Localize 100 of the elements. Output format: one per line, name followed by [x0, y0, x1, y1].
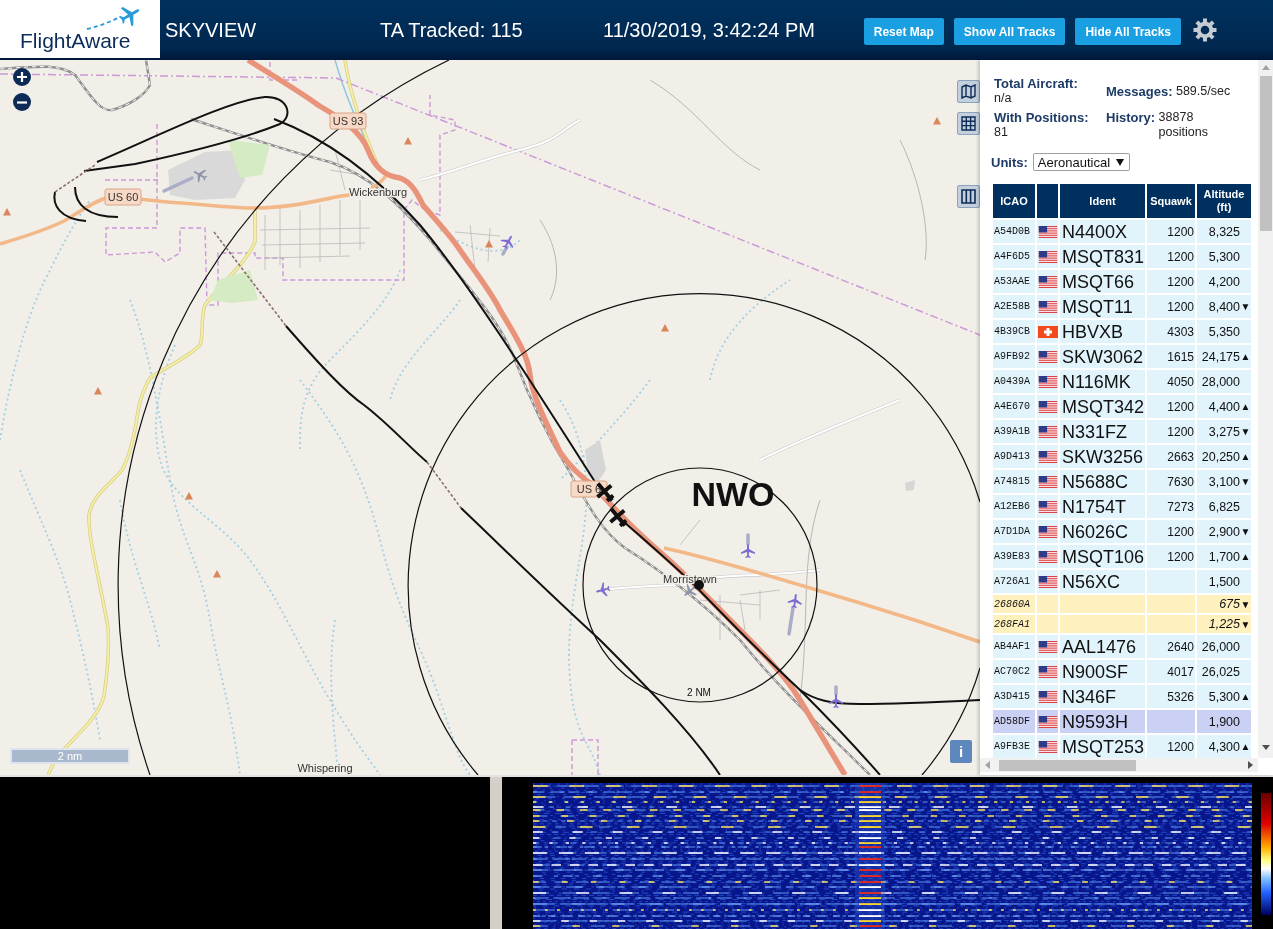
scroll-up-icon[interactable]: [1261, 65, 1270, 70]
altitude-value: 8,325: [1208, 224, 1240, 239]
ident-cell: SKW3256: [1060, 445, 1145, 468]
icao-cell: 268FA1: [993, 615, 1035, 633]
table-row[interactable]: 26860A 675▼: [993, 595, 1251, 613]
table-row[interactable]: A54D0B N4400X 1200 8,325: [993, 220, 1251, 243]
airplane-icon[interactable]: [684, 583, 698, 596]
squawk-cell: 1200: [1147, 295, 1195, 318]
altitude-value: 3,275: [1208, 424, 1240, 439]
table-row[interactable]: A3D415 N346F 5326 5,300▲: [993, 685, 1251, 708]
ident-cell: MSQT342: [1060, 395, 1145, 418]
squawk-cell: 2663: [1147, 445, 1195, 468]
park-area: [210, 270, 258, 303]
stat-label: History:: [1106, 110, 1156, 125]
altitude-value: 1,225: [1208, 617, 1240, 631]
us-flag-icon: [1037, 425, 1058, 438]
column-header[interactable]: Ident: [1060, 184, 1145, 218]
ident-cell: N6026C: [1060, 520, 1145, 543]
logo-panel[interactable]: FlightAware: [0, 0, 160, 58]
vertical-scrollbar[interactable]: [1258, 60, 1273, 758]
altitude-value: 1,700: [1208, 549, 1240, 564]
table-row[interactable]: 268FA1 1,225▼: [993, 615, 1251, 633]
table-row[interactable]: A39A1B N331FZ 1200 3,275▼: [993, 420, 1251, 443]
us-flag-icon: [1037, 715, 1058, 728]
column-header[interactable]: Squawk: [1147, 184, 1195, 218]
trend-arrow: ▼: [1240, 618, 1251, 630]
table-row[interactable]: A53AAE MSQT66 1200 4,200: [993, 270, 1251, 293]
altitude-value: 675: [1219, 597, 1240, 611]
trend-arrow: ▲: [1240, 551, 1251, 562]
peak-marker-icon: [94, 387, 102, 395]
squawk-cell: 1200: [1147, 520, 1195, 543]
info-button[interactable]: i: [950, 740, 972, 763]
peak-marker-icon: [185, 492, 193, 500]
scroll-left-icon[interactable]: [985, 761, 990, 769]
altitude-value: 3,100: [1208, 474, 1240, 489]
minus-icon: [17, 100, 27, 104]
scroll-right-icon[interactable]: [1248, 761, 1253, 769]
table-row[interactable]: A74815 N5688C 7630 3,100▼: [993, 470, 1251, 493]
squawk-cell: 1200: [1147, 245, 1195, 268]
stat-value: 81: [994, 125, 1008, 140]
us-flag-icon: [1037, 575, 1058, 588]
flight-track[interactable]: [273, 118, 881, 775]
swiss-flag-icon: [1037, 325, 1058, 338]
column-header[interactable]: Altitude (ft): [1197, 184, 1251, 218]
table-row[interactable]: A9FB92 SKW3062 1615 24,175▲: [993, 345, 1251, 368]
table-row[interactable]: AB4AF1 AAL1476 2640 26,000: [993, 635, 1251, 658]
altitude-value: 5,350: [1208, 324, 1240, 339]
table-row[interactable]: A9D413 SKW3256 2663 20,250▲: [993, 445, 1251, 468]
altitude-value: 6,825: [1208, 499, 1240, 514]
flight-track[interactable]: [53, 96, 289, 222]
table-row[interactable]: A0439A N116MK 4050 28,000: [993, 370, 1251, 393]
table-row[interactable]: A2E58B MSQT11 1200 8,400▼: [993, 295, 1251, 318]
airplane-icon[interactable]: [595, 481, 616, 503]
horizontal-scrollbar[interactable]: [980, 758, 1258, 772]
table-row[interactable]: A39E83 MSQT106 1200 1,700▲: [993, 545, 1251, 568]
table-row[interactable]: A9FB3E MSQT253 1200 4,300▲: [993, 735, 1251, 758]
grid-icon: [961, 116, 976, 131]
map-layers-button[interactable]: [957, 80, 980, 103]
icao-cell: A39A1B: [993, 420, 1035, 443]
us-flag-icon: [1037, 500, 1058, 513]
column-header[interactable]: ICAO: [993, 184, 1035, 218]
settings-icon[interactable]: [1193, 18, 1217, 42]
table-row[interactable]: A4E670 MSQT342 1200 4,400▲: [993, 395, 1251, 418]
peak-marker-icon: [661, 324, 669, 332]
icao-cell: 26860A: [993, 595, 1035, 613]
squawk-cell: 4050: [1147, 370, 1195, 393]
trend-arrow: ▲: [1240, 451, 1251, 462]
table-row[interactable]: A4F6D5 MSQT831 1200 5,300: [993, 245, 1251, 268]
icao-cell: A54D0B: [993, 220, 1035, 243]
table-row[interactable]: 4B39CB HBVXB 4303 5,350: [993, 320, 1251, 343]
place-label: Whispering: [297, 762, 353, 774]
trend-arrow: ▲: [1240, 691, 1251, 702]
altitude-value: 26,025: [1201, 664, 1240, 679]
columns-icon: [961, 189, 976, 204]
scroll-down-icon[interactable]: [1261, 745, 1270, 750]
scrollbar-thumb[interactable]: [1259, 76, 1272, 231]
trend-arrow: ▼: [1240, 526, 1251, 537]
table-row[interactable]: AC70C2 N900SF 4017 26,025: [993, 660, 1251, 683]
columns-button[interactable]: [957, 185, 980, 208]
grid-button[interactable]: [957, 112, 980, 135]
table-row[interactable]: A12EB6 N1754T 7273 6,825: [993, 495, 1251, 518]
table-row[interactable]: A726A1 N56XC 1,500: [993, 570, 1251, 593]
squawk-cell: 1200: [1147, 735, 1195, 758]
airport-label: NWO: [691, 475, 775, 513]
scrollbar-thumb[interactable]: [999, 759, 1136, 771]
us-flag-icon: [1037, 350, 1058, 363]
icao-cell: A9D413: [993, 445, 1035, 468]
table-row[interactable]: A7D1DA N6026C 1200 2,900▼: [993, 520, 1251, 543]
icao-cell: A39E83: [993, 545, 1035, 568]
units-dropdown[interactable]: Aeronautical: [1032, 153, 1130, 171]
airplane-icon[interactable]: [829, 685, 843, 708]
table-row[interactable]: AD58DF N9593H 1,900: [993, 710, 1251, 733]
altitude-value: 2,900: [1208, 524, 1240, 539]
ident-cell: MSQT253: [1060, 735, 1145, 758]
ident-cell: N331FZ: [1060, 420, 1145, 443]
ident-cell: N346F: [1060, 685, 1145, 708]
peak-marker-icon: [3, 208, 11, 216]
us-flag-icon: [1037, 250, 1058, 263]
airplane-icon[interactable]: [608, 506, 629, 528]
flight-track[interactable]: [799, 689, 980, 705]
